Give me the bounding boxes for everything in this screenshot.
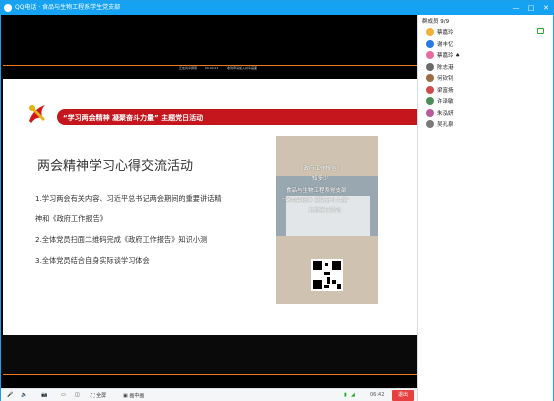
slide-bullet: 2.全体党员扫面二维码完成《政府工作报告》知识小测: [35, 235, 208, 244]
member-avatar: [426, 51, 434, 59]
close-button[interactable]: ✕: [539, 1, 553, 15]
member-item[interactable]: 蔡嘉玲: [426, 27, 550, 37]
cover-line: “学两会精神 凝聚奋斗力量”: [282, 198, 350, 204]
shared-screen-video[interactable]: 正在共享屏幕 00:00:21 收到申请加入共享画面 “学习两会精神 凝聚奋斗力…: [1, 15, 417, 388]
network-icon: ◢: [351, 392, 355, 398]
member-avatar: [426, 39, 434, 48]
picture-in-picture-button[interactable]: ▣ 画中画: [123, 392, 144, 399]
member-name: 许泽敏: [437, 99, 454, 105]
exit-call-button[interactable]: 退出: [392, 390, 414, 401]
pip-label: 画中画: [129, 393, 145, 399]
member-avatar: [426, 85, 434, 94]
share-timer: 00:00:21: [205, 66, 219, 70]
report-cover-image: 《政府工作报告》 知多少 食品与生物工程系党支部 “学两会精神 凝聚奋斗力量” …: [276, 136, 378, 304]
member-item[interactable]: 蔡嘉玲 ♠: [426, 50, 550, 60]
cover-line: 《政府工作报告》: [298, 166, 343, 172]
speaking-indicator-icon: [537, 28, 544, 34]
window-title: QQ电话 · 食品与生物工程系学生党支部: [15, 4, 121, 11]
qq-logo-icon: [4, 4, 12, 12]
member-item[interactable]: 许泽敏: [426, 96, 550, 106]
member-avatar: [426, 28, 434, 36]
member-avatar: [426, 97, 434, 105]
member-item[interactable]: 梁富扬: [426, 85, 550, 95]
member-name: 谢丰忆: [437, 41, 454, 48]
member-name: 朱泓妍: [437, 110, 454, 117]
presentation-slide: “学习两会精神 凝聚奋斗力量” 主题党日活动 两会精神学习心得交流活动 1.学习…: [3, 79, 417, 335]
member-name: 蔡嘉玲 ♠: [437, 53, 461, 59]
member-item[interactable]: 朱泓妍: [426, 108, 550, 118]
slide-bullet: 神和《政府工作报告》: [35, 214, 107, 223]
call-controls: 🎤 🔈 📷 ▭ ◫ ⛶ 全屏 ▣ 画中画 ▮ ◢ 06:42 退出: [1, 388, 417, 401]
mic-mute-icon[interactable]: 🎤: [7, 392, 13, 398]
fullscreen-label: 全屏: [96, 393, 107, 399]
member-avatar: [426, 74, 434, 82]
share-status-text: 正在共享屏幕: [179, 66, 198, 70]
video-border-bottom: [3, 374, 417, 375]
share-request-text: 收到申请加入共享画面: [227, 66, 258, 70]
member-avatar: [426, 62, 434, 71]
fullscreen-button[interactable]: ⛶ 全屏: [91, 392, 106, 399]
member-item[interactable]: 陈志港: [426, 62, 550, 72]
member-panel: 群成员 9/9 蔡嘉玲谢丰忆蔡嘉玲 ♠ 陈志港何钦钊梁富扬许泽敏朱泓妍吴孔泉: [417, 15, 553, 401]
speaker-mute-icon[interactable]: 🔈: [21, 392, 27, 398]
title-bar: QQ电话 · 食品与生物工程系学生党支部 — □ ✕: [1, 1, 553, 15]
qq-call-window: QQ电话 · 食品与生物工程系学生党支部 — □ ✕ 正在共享屏幕 00:00:…: [0, 0, 554, 401]
cover-line: 知多少: [312, 176, 329, 182]
call-duration: 06:42: [370, 392, 385, 398]
slide-banner-text: “学习两会精神 凝聚奋斗力量” 主题党日活动: [63, 114, 204, 122]
slide-bullet: 3.全体党员结合自身实际谈学习体会: [35, 256, 150, 265]
member-name: 何钦钊: [437, 76, 454, 82]
share-screen-icon[interactable]: ▭: [61, 392, 66, 398]
member-item[interactable]: 何钦钊: [426, 73, 550, 83]
party-emblem-icon: [29, 105, 45, 123]
letterbox-bottom: [1, 335, 417, 374]
cover-line: 主题党日活动: [308, 208, 342, 214]
member-name: 吴孔泉: [437, 122, 454, 128]
maximize-button[interactable]: □: [524, 1, 538, 15]
member-item[interactable]: 谢丰忆: [426, 39, 550, 49]
stop-share-icon[interactable]: ◫: [75, 392, 80, 398]
qr-code[interactable]: [311, 259, 343, 291]
minimize-button[interactable]: —: [509, 1, 523, 15]
signal-icon: ▮: [344, 392, 347, 398]
member-name: 蔡嘉玲: [437, 30, 454, 36]
member-item[interactable]: 吴孔泉: [426, 119, 550, 129]
slide-bullet: 1.学习两会有关内容、习近平总书记两会期间的重要讲话精: [35, 194, 222, 203]
slide-title: 两会精神学习心得交流活动: [37, 159, 194, 174]
cover-line: 食品与生物工程系党支部: [286, 188, 347, 194]
member-avatar: [426, 108, 434, 117]
camera-off-icon[interactable]: 📷: [41, 392, 47, 398]
member-name: 梁富扬: [437, 87, 454, 94]
member-name: 陈志港: [437, 64, 454, 71]
member-avatar: [426, 120, 434, 128]
member-count-header: 群成员 9/9: [422, 19, 450, 25]
